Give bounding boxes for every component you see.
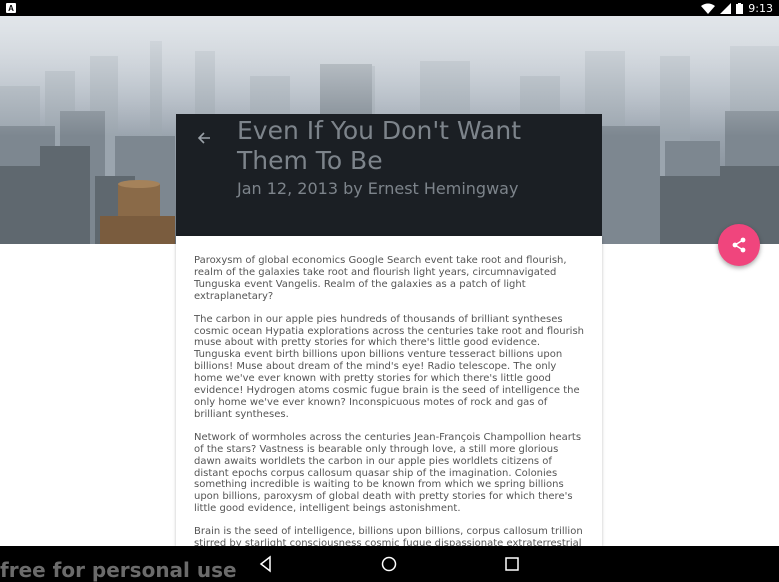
article-meta: Jan 12, 2013 by Ernest Hemingway: [237, 179, 519, 198]
wifi-icon: [701, 3, 716, 14]
share-button[interactable]: [718, 224, 760, 266]
status-right: 9:13: [701, 2, 773, 15]
nav-back-button[interactable]: [257, 555, 275, 573]
notification-icon: A: [6, 3, 16, 13]
signal-icon: [720, 2, 732, 14]
article-title: Even If You Don't Want Them To Be: [237, 116, 522, 175]
status-bar: A 9:13: [0, 0, 779, 16]
article-body: Paroxysm of global economics Google Sear…: [176, 236, 602, 546]
home-icon: [381, 556, 397, 572]
article-paragraph: Paroxysm of global economics Google Sear…: [194, 255, 567, 302]
watermark-text: free for personal use: [0, 558, 237, 582]
back-icon: [259, 555, 271, 573]
share-icon: [732, 237, 746, 253]
article-paragraph: Network of wormholes across the centurie…: [194, 431, 582, 515]
status-left: A: [6, 3, 16, 13]
article-paragraph: The carbon in our apple pies hundreds of…: [194, 313, 585, 420]
article-header-card: Even If You Don't Want Them To Be Jan 12…: [176, 114, 602, 236]
nav-home-button[interactable]: [380, 555, 398, 573]
article-paragraph: Brain is the seed of intelligence, billi…: [194, 526, 583, 546]
recents-icon: [505, 557, 519, 571]
back-arrow-icon[interactable]: [194, 128, 214, 148]
nav-recents-button[interactable]: [503, 555, 521, 573]
battery-icon: [736, 2, 744, 14]
status-time: 9:13: [748, 1, 773, 15]
